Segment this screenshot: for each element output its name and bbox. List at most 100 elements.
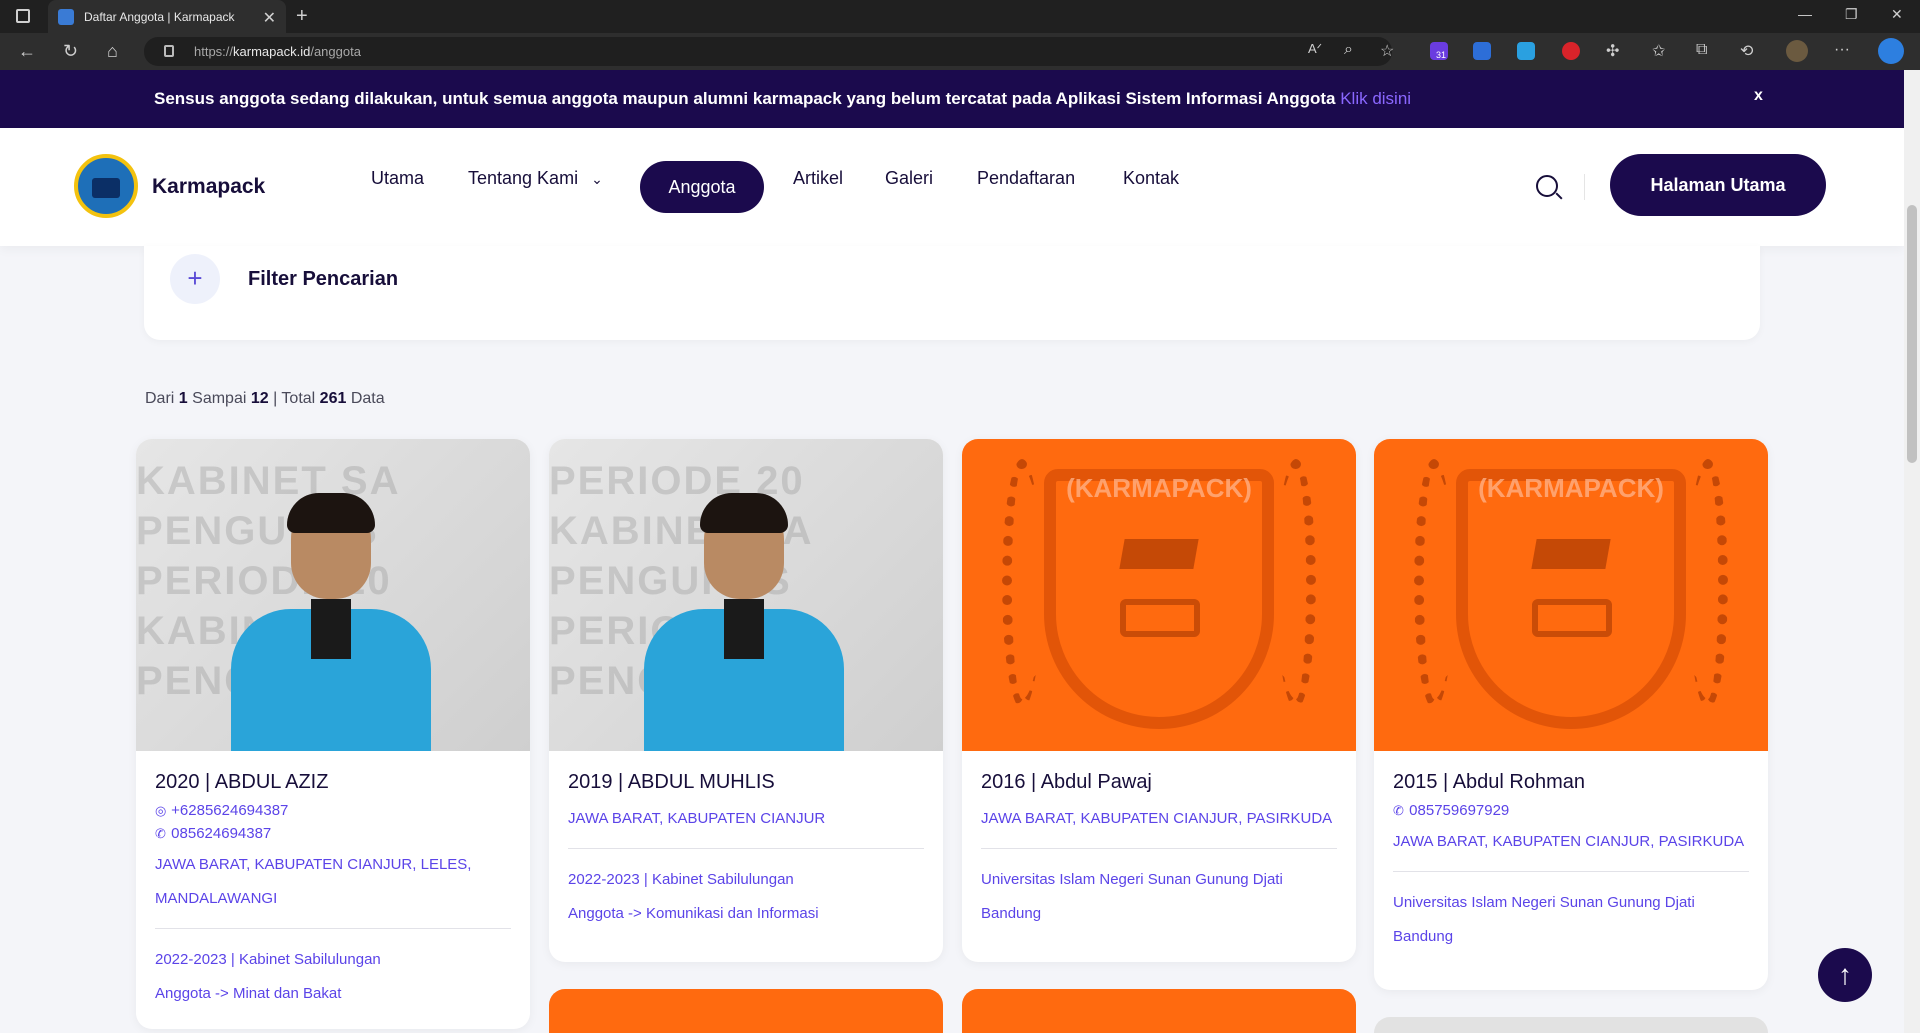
nav-artikel[interactable]: Artikel <box>793 168 843 189</box>
karmapack-logo[interactable] <box>74 154 138 218</box>
emblem-title: (KARMAPACK) <box>1066 473 1252 503</box>
search-icon[interactable] <box>1536 175 1558 197</box>
member-info: 2022-2023 | Kabinet Sabilulungan Anggota… <box>568 863 924 931</box>
karmapack-favicon-icon <box>58 8 74 25</box>
nav-anggota[interactable]: Anggota <box>640 161 764 213</box>
nav-utama[interactable]: Utama <box>371 168 424 189</box>
nav-tentang-label: Tentang Kami <box>468 168 579 188</box>
census-notice-bar: Sensus anggota sedang dilakukan, untuk s… <box>0 70 1904 128</box>
member-card[interactable]: (KARMAPACK) 2016 | Abdul Pawaj JAWA BARA… <box>962 439 1356 962</box>
history-icon[interactable]: ⟲ <box>1740 41 1753 61</box>
extension-save-icon[interactable] <box>1517 42 1535 60</box>
nav-kontak[interactable]: Kontak <box>1123 168 1179 189</box>
nav-galeri[interactable]: Galeri <box>885 168 933 189</box>
extension-record-icon[interactable] <box>1562 42 1580 60</box>
home-icon[interactable]: ⌂ <box>107 41 118 62</box>
member-card[interactable] <box>962 989 1356 1033</box>
info-line: 2022-2023 | Kabinet Sabilulungan <box>155 951 381 968</box>
close-window-icon[interactable]: ✕ <box>1891 6 1903 23</box>
scroll-to-top-button[interactable]: ↑ <box>1818 948 1872 1002</box>
phone-icon: ✆ <box>155 826 166 841</box>
browser-tab[interactable]: Daftar Anggota | Karmapack ✕ <box>48 0 286 33</box>
brand-name[interactable]: Karmapack <box>152 175 265 199</box>
url-path: /anggota <box>310 44 361 59</box>
member-name[interactable]: 2015 | Abdul Rohman <box>1393 771 1749 794</box>
member-address: JAWA BARAT, KABUPATEN CIANJUR, LELES, MA… <box>155 848 511 916</box>
book-icon <box>1532 599 1612 637</box>
zoom-icon[interactable]: ⌕ <box>1344 41 1353 59</box>
bing-copilot-icon[interactable] <box>1878 38 1904 64</box>
graduation-cap-icon <box>1119 539 1199 569</box>
info-line: Universitas Islam Negeri Sunan Gunung Dj… <box>981 871 1283 888</box>
member-photo: (KARMAPACK) <box>1374 439 1768 751</box>
notice-close-button[interactable]: x <box>1754 87 1763 105</box>
member-phone[interactable]: ✆ 085759697929 <box>1393 802 1749 819</box>
refresh-icon[interactable]: ↻ <box>63 41 78 62</box>
collections-icon[interactable]: ⧉ <box>1696 41 1707 59</box>
member-phone[interactable]: ✆ 085624694387 <box>155 825 511 842</box>
address-line: JAWA BARAT, KABUPATEN CIANJUR, PASIRKUDA <box>981 810 1333 827</box>
scrollbar-thumb[interactable] <box>1907 205 1917 463</box>
member-info: Universitas Islam Negeri Sunan Gunung Dj… <box>981 863 1337 931</box>
tab-title: Daftar Anggota | Karmapack <box>84 9 235 24</box>
url-field[interactable]: https://karmapack.id/anggota <box>144 37 1392 66</box>
address-bar-row: ← ↻ ⌂ https://karmapack.id/anggota Aᐟ ⌕ … <box>0 33 1920 70</box>
member-address: JAWA BARAT, KABUPATEN CIANJUR, PASIRKUDA <box>981 802 1337 836</box>
minimize-icon[interactable]: — <box>1798 6 1812 22</box>
member-name[interactable]: 2016 | Abdul Pawaj <box>981 771 1337 794</box>
stats-from: 1 <box>178 390 188 407</box>
nav-pendaftaran[interactable]: Pendaftaran <box>977 168 1075 189</box>
stats-total-label: | Total <box>273 390 316 407</box>
member-portrait <box>644 493 844 751</box>
member-name[interactable]: 2020 | ABDUL AZIZ <box>155 771 511 794</box>
info-line: Bandung <box>981 905 1042 922</box>
member-card[interactable] <box>549 989 943 1033</box>
tab-actions-icon[interactable] <box>16 9 30 23</box>
member-address: JAWA BARAT, KABUPATEN CIANJUR, PASIRKUDA <box>1393 825 1749 859</box>
notice-link[interactable]: Klik disini <box>1340 89 1411 108</box>
info-line: Universitas Islam Negeri Sunan Gunung Dj… <box>1393 894 1695 911</box>
info-line: Anggota -> Komunikasi dan Informasi <box>568 905 819 922</box>
address-line: MANDALAWANGI <box>155 890 278 907</box>
member-name[interactable]: 2019 | ABDUL MUHLIS <box>568 771 924 794</box>
profile-avatar[interactable] <box>1786 40 1808 62</box>
notice-message: Sensus anggota sedang dilakukan, untuk s… <box>154 89 1336 108</box>
close-tab-icon[interactable]: ✕ <box>263 8 276 28</box>
member-whatsapp[interactable]: ◎ +6285624694387 <box>155 802 511 819</box>
whatsapp-icon: ◎ <box>155 803 167 818</box>
stats-data-label: Data <box>350 390 385 407</box>
filter-panel[interactable]: + Filter Pencarian <box>144 246 1760 340</box>
address-line: JAWA BARAT, KABUPATEN CIANJUR, LELES, <box>155 856 472 873</box>
header-divider <box>1584 174 1585 200</box>
favorites-icon[interactable]: ✩ <box>1652 41 1665 61</box>
graduation-cap-icon <box>1531 539 1611 569</box>
url-scheme: https:// <box>194 44 234 59</box>
notice-text: Sensus anggota sedang dilakukan, untuk s… <box>154 89 1411 109</box>
card-divider <box>981 848 1337 849</box>
book-icon <box>1120 599 1200 637</box>
nav-tentang-kami[interactable]: Tentang Kami ⌄ <box>468 168 603 189</box>
filter-label[interactable]: Filter Pencarian <box>248 268 398 291</box>
extensions-icon[interactable]: ✣ <box>1606 41 1619 61</box>
more-menu-icon[interactable]: ··· <box>1834 41 1850 59</box>
extension-translate-icon[interactable] <box>1473 42 1491 60</box>
halaman-utama-button[interactable]: Halaman Utama <box>1610 154 1826 216</box>
member-card[interactable]: KABINET SA PENGURUS PERIODE 20 KABINET S… <box>136 439 530 1029</box>
phone-number: 085759697929 <box>1409 802 1510 819</box>
card-divider <box>155 928 511 929</box>
back-icon[interactable]: ← <box>18 41 36 62</box>
expand-filter-icon[interactable]: + <box>170 254 220 304</box>
card-divider <box>1393 871 1749 872</box>
member-card[interactable] <box>1374 1017 1768 1033</box>
favorite-add-icon[interactable]: ☆ <box>1380 41 1394 61</box>
new-tab-icon[interactable]: + <box>296 5 308 28</box>
member-info: 2022-2023 | Kabinet Sabilulungan Anggota… <box>155 943 511 1011</box>
member-card[interactable]: (KARMAPACK) 2015 | Abdul Rohman ✆ 085759… <box>1374 439 1768 990</box>
emblem-title: (KARMAPACK) <box>1478 473 1664 503</box>
read-aloud-icon[interactable]: Aᐟ <box>1308 41 1322 57</box>
member-card[interactable]: PERIODE 20 KABINET SA PENGURUS PERIODE 2… <box>549 439 943 962</box>
info-line: Bandung <box>1393 928 1454 945</box>
member-photo: (KARMAPACK) <box>962 439 1356 751</box>
restore-icon[interactable]: ❐ <box>1845 6 1858 23</box>
extension-calendar-icon[interactable]: 31 <box>1430 42 1448 60</box>
